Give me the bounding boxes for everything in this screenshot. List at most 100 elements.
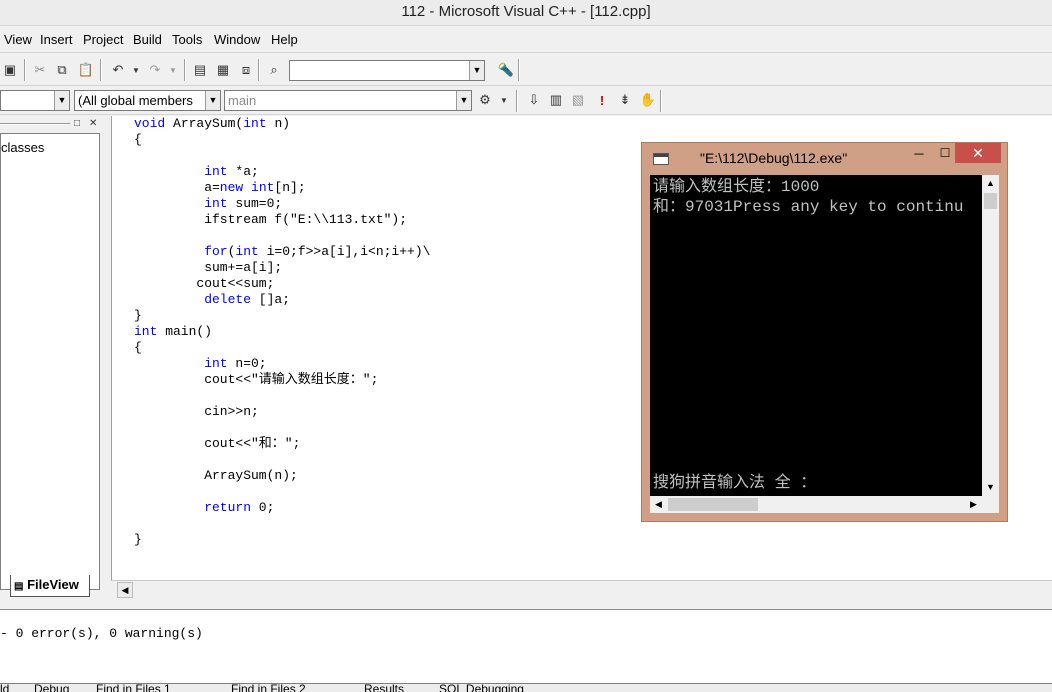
go-icon[interactable]: ⇟ bbox=[615, 90, 635, 110]
dropdown-arrow-icon[interactable]: ▼ bbox=[205, 91, 220, 110]
code-line: sum+=a[i]; bbox=[204, 260, 283, 275]
dropdown-arrow-icon[interactable]: ▼ bbox=[54, 91, 69, 110]
code-line: { bbox=[134, 132, 142, 147]
windows-list-icon[interactable]: ⧈ bbox=[236, 60, 256, 80]
paste-icon[interactable]: 📋 bbox=[76, 60, 96, 80]
console-title-bar[interactable]: "E:\112\Debug\112.exe" ─ ☐ ✕ bbox=[642, 143, 1007, 176]
workspace-tree[interactable]: classes bbox=[0, 133, 100, 590]
copy-icon[interactable]: ⧉ bbox=[52, 60, 72, 80]
menu-view[interactable]: View bbox=[4, 32, 32, 47]
minimize-button[interactable]: ─ bbox=[906, 146, 932, 166]
compile-icon[interactable]: ⇩ bbox=[524, 90, 544, 110]
code-line: for(int i=0;f>>a[i],i<n;i++)\ bbox=[204, 244, 431, 259]
member-combo[interactable]: main ▼ bbox=[224, 90, 472, 111]
tab-debug[interactable]: Debug bbox=[34, 684, 69, 692]
workspace-gripper bbox=[0, 123, 70, 125]
build-icon[interactable]: ▥ bbox=[546, 90, 566, 110]
tab-results[interactable]: Results bbox=[364, 684, 404, 692]
tab-find-in-files-2[interactable]: Find in Files 2 bbox=[231, 684, 306, 692]
scroll-left-icon[interactable]: ◀ bbox=[650, 496, 667, 513]
find-combo[interactable]: ▼ bbox=[289, 60, 485, 81]
action-icon[interactable]: ⚙ bbox=[475, 90, 495, 110]
fileview-icon: ▤ bbox=[14, 581, 24, 592]
scroll-up-icon[interactable]: ▲ bbox=[982, 175, 999, 192]
tab-fileview[interactable]: ▤ FileView bbox=[10, 575, 90, 597]
code-line: ArraySum(n); bbox=[204, 468, 298, 483]
scroll-down-icon[interactable]: ▼ bbox=[982, 479, 999, 496]
menu-tools[interactable]: Tools bbox=[172, 32, 202, 47]
tab-sql-debugging[interactable]: SQL Debugging bbox=[439, 684, 524, 692]
redo-dropdown-icon[interactable]: ▼ bbox=[163, 60, 183, 80]
close-button[interactable]: ✕ bbox=[955, 143, 1001, 163]
workspace-icon[interactable]: ▤ bbox=[190, 60, 210, 80]
menu-window[interactable]: Window bbox=[214, 32, 260, 47]
undo-dropdown-icon[interactable]: ▼ bbox=[126, 60, 146, 80]
filter-combo-value: (All global members bbox=[78, 93, 193, 108]
tab-build[interactable]: ld bbox=[0, 684, 9, 692]
close-icon[interactable]: ✕ bbox=[89, 118, 97, 129]
restore-icon[interactable]: □ bbox=[74, 118, 80, 129]
output-pane: - 0 error(s), 0 warning(s) bbox=[0, 609, 1052, 683]
action-dropdown-icon[interactable]: ▼ bbox=[494, 90, 514, 110]
code-line: int n=0; bbox=[204, 356, 267, 371]
wizard-bar: ▼ (All global members ▼ main ▼ ⚙ ▼ ⇩ ▥ ▧… bbox=[0, 87, 1052, 115]
code-line: return 0; bbox=[204, 500, 275, 515]
console-vertical-scrollbar[interactable]: ▲ ▼ bbox=[982, 175, 999, 496]
menu-project[interactable]: Project bbox=[83, 32, 123, 47]
editor-horizontal-scrollbar[interactable]: ◀ bbox=[111, 580, 1052, 599]
save-all-icon[interactable]: ▣ bbox=[0, 60, 20, 80]
scroll-thumb[interactable] bbox=[984, 193, 997, 209]
menu-build[interactable]: Build bbox=[133, 32, 162, 47]
output-icon[interactable]: ▦ bbox=[213, 60, 233, 80]
code-line: ifstream f("E:\\113.txt"); bbox=[204, 212, 408, 227]
tab-find-in-files-1[interactable]: Find in Files 1 bbox=[96, 684, 171, 692]
console-line: 和：97031Press any key to continu bbox=[653, 198, 964, 216]
code-line: cout<<"和："; bbox=[204, 436, 301, 451]
stop-build-icon[interactable]: ▧ bbox=[568, 90, 588, 110]
workspace-pane: □ ✕ classes ▤ FileView bbox=[0, 116, 103, 600]
scrollbar-corner bbox=[982, 496, 999, 513]
code-line: cout<<sum; bbox=[196, 276, 275, 291]
code-line: a=new int[n]; bbox=[204, 180, 306, 195]
dropdown-arrow-icon[interactable]: ▼ bbox=[456, 91, 471, 110]
menu-help[interactable]: Help bbox=[271, 32, 298, 47]
code-line: int sum=0; bbox=[204, 196, 283, 211]
member-combo-value: main bbox=[228, 93, 257, 108]
console-line: 请输入数组长度：1000 bbox=[653, 178, 820, 196]
cut-icon[interactable]: ✂ bbox=[30, 60, 50, 80]
editor-margin[interactable] bbox=[112, 116, 132, 580]
menu-bar: View Insert Project Build Tools Window H… bbox=[0, 27, 1052, 53]
ime-status: 搜狗拼音输入法 全 ： bbox=[653, 474, 817, 492]
toolbar-separator bbox=[24, 59, 26, 81]
toolbar-separator bbox=[184, 59, 186, 81]
scroll-left-icon[interactable]: ◀ bbox=[117, 582, 133, 598]
dropdown-arrow-icon[interactable]: ▼ bbox=[469, 61, 484, 80]
undo-icon[interactable]: ↶ bbox=[108, 60, 128, 80]
window-title: 112 - Microsoft Visual C++ - [112.cpp] bbox=[401, 3, 651, 20]
breakpoint-icon[interactable]: ✋ bbox=[638, 90, 658, 110]
redo-icon[interactable]: ↷ bbox=[145, 60, 165, 80]
console-window[interactable]: "E:\112\Debug\112.exe" ─ ☐ ✕ 请输入数组长度：100… bbox=[641, 142, 1008, 522]
class-combo[interactable]: ▼ bbox=[0, 90, 70, 111]
toolbar-separator bbox=[518, 59, 520, 81]
menu-insert[interactable]: Insert bbox=[40, 32, 73, 47]
console-title: "E:\112\Debug\112.exe" bbox=[700, 150, 848, 166]
toolbar-separator bbox=[100, 59, 102, 81]
code-line: delete []a; bbox=[204, 292, 291, 307]
search-icon[interactable]: 🔦 bbox=[496, 60, 516, 80]
execute-icon[interactable]: ! bbox=[592, 90, 612, 110]
scroll-right-icon[interactable]: ▶ bbox=[965, 496, 982, 513]
toolbar-separator bbox=[516, 90, 518, 112]
tree-item-classes[interactable]: classes bbox=[1, 140, 44, 155]
code-line: int main() bbox=[134, 324, 213, 339]
find-in-files-icon[interactable]: ⌕ bbox=[264, 60, 284, 80]
code-line: int *a; bbox=[204, 164, 259, 179]
console-app-icon bbox=[653, 153, 669, 165]
standard-toolbar: ▣ ✂ ⧉ 📋 ↶ ▼ ↷ ▼ ▤ ▦ ⧈ ⌕ ▼ 🔦 bbox=[0, 54, 1052, 86]
filter-combo[interactable]: (All global members ▼ bbox=[74, 90, 221, 111]
console-horizontal-scrollbar[interactable]: ◀ ▶ bbox=[650, 496, 982, 513]
code-line: void ArraySum(int n) bbox=[134, 116, 291, 131]
console-screen[interactable]: 请输入数组长度：1000 和：97031Press any key to con… bbox=[650, 175, 990, 496]
title-bar: 112 - Microsoft Visual C++ - [112.cpp] bbox=[0, 0, 1052, 26]
scroll-thumb[interactable] bbox=[668, 498, 758, 511]
